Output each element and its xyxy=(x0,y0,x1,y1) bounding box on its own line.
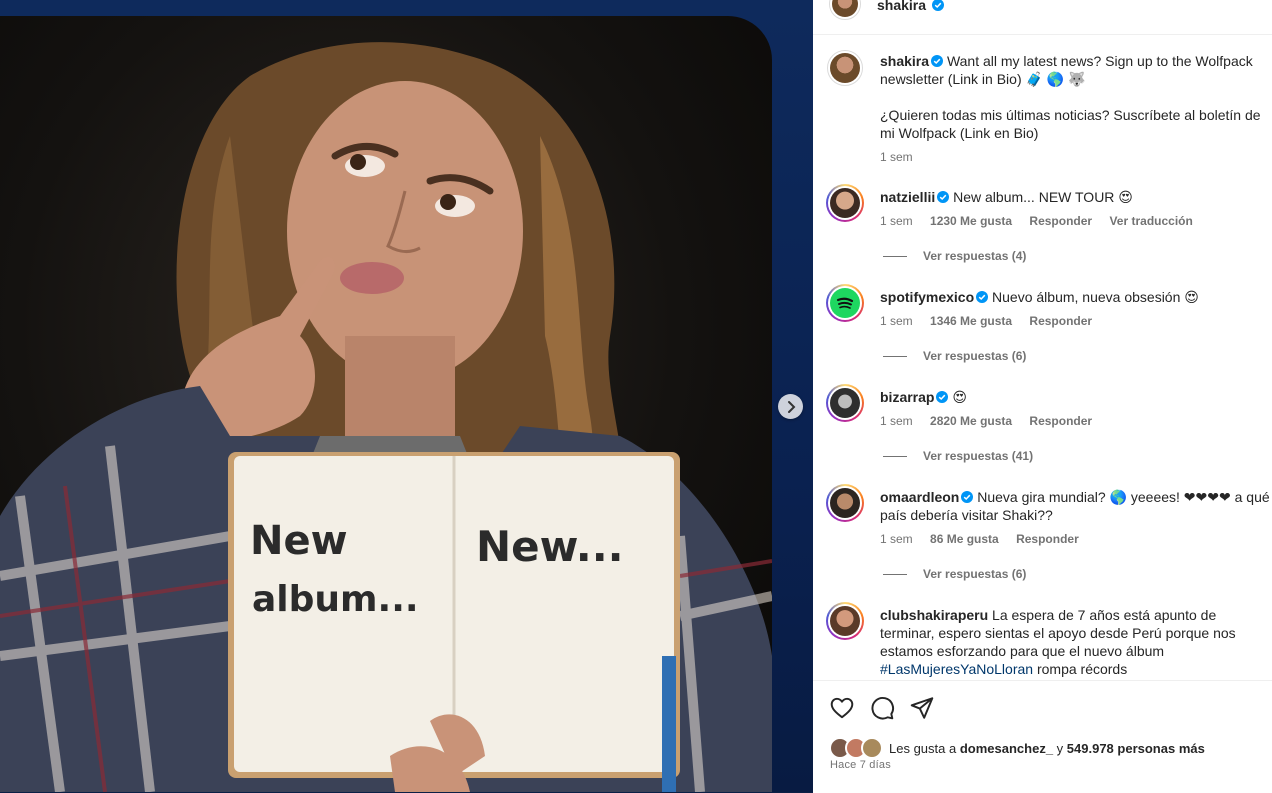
view-replies-button[interactable]: Ver respuestas (6) xyxy=(883,567,1026,581)
like-button[interactable] xyxy=(829,695,855,721)
chevron-right-icon xyxy=(787,400,795,413)
view-replies-button[interactable]: Ver respuestas (4) xyxy=(883,249,1026,263)
post-actions: Les gusta a domesanchez_ y 549.978 perso… xyxy=(813,680,1272,793)
comment-username[interactable]: spotifymexico xyxy=(880,289,974,305)
reply-button[interactable]: Responder xyxy=(1029,414,1092,428)
comment-avatar[interactable] xyxy=(826,484,864,522)
notebook-left-line2: album... xyxy=(252,579,419,620)
comment-time: 1 sem xyxy=(880,414,913,428)
likes-prefix: Les gusta a xyxy=(889,740,957,756)
comment-likes[interactable]: 1230 Me gusta xyxy=(930,214,1012,228)
comment-time: 1 sem xyxy=(880,314,913,328)
caption-meta: 1 sem xyxy=(880,150,927,164)
caption-avatar[interactable] xyxy=(827,50,863,86)
likes-middle: y xyxy=(1056,740,1064,756)
comment-username[interactable]: omaardleon xyxy=(880,489,959,505)
verified-icon xyxy=(961,491,974,503)
view-replies-button[interactable]: Ver respuestas (6) xyxy=(883,349,1026,363)
comment-username[interactable]: bizarrap xyxy=(880,389,934,405)
post-media-area: New album... New... xyxy=(0,0,813,792)
share-button[interactable] xyxy=(909,695,935,721)
verified-icon xyxy=(936,391,949,403)
hashtag-link[interactable]: #LasMujeresYaNoLloran xyxy=(880,661,1033,677)
comment-body: natziellii New album... NEW TOUR 😍 xyxy=(880,188,1272,206)
comment-username[interactable]: clubshakiraperu xyxy=(880,607,988,623)
verified-icon xyxy=(931,0,944,11)
likes-summary: Les gusta a domesanchez_ y 549.978 perso… xyxy=(829,737,1205,759)
view-replies-button[interactable]: Ver respuestas (41) xyxy=(883,449,1033,463)
notebook-right-line1: New... xyxy=(476,522,624,571)
likes-count[interactable]: 549.978 personas más xyxy=(1067,741,1205,756)
header-avatar[interactable] xyxy=(829,0,861,20)
notebook-left-line1: New xyxy=(250,518,348,564)
comment-text: Nuevo álbum, nueva obsesión 😍 xyxy=(992,289,1199,305)
liker-avatar xyxy=(861,737,883,759)
comment-body: spotifymexico Nuevo álbum, nueva obsesió… xyxy=(880,288,1272,306)
reply-button[interactable]: Responder xyxy=(1029,314,1092,328)
comment-avatar[interactable] xyxy=(826,602,864,640)
comment-meta: 1 sem 1230 Me gusta Responder Ver traduc… xyxy=(880,214,1207,228)
comment-text: New album... NEW TOUR 😍 xyxy=(953,189,1133,205)
translate-button[interactable]: Ver traducción xyxy=(1109,214,1192,228)
verified-icon xyxy=(976,291,989,303)
comment-meta: 1 sem 1346 Me gusta Responder xyxy=(880,314,1106,328)
verified-icon xyxy=(937,191,950,203)
comment-username[interactable]: natziellii xyxy=(880,189,935,205)
reply-button[interactable]: Responder xyxy=(1016,532,1079,546)
header-username[interactable]: shakira xyxy=(877,0,944,13)
post-side-panel: shakira shakira Want all my latest news?… xyxy=(813,0,1272,793)
comment-avatar[interactable] xyxy=(826,384,864,422)
verified-icon xyxy=(931,55,944,67)
reply-button[interactable]: Responder xyxy=(1029,214,1092,228)
comment-likes[interactable]: 86 Me gusta xyxy=(930,532,999,546)
comments-list[interactable]: shakira Want all my latest news? Sign up… xyxy=(813,36,1272,680)
comment-meta: 1 sem 2820 Me gusta Responder xyxy=(880,414,1106,428)
caption-time: 1 sem xyxy=(880,150,913,164)
comment-time: 1 sem xyxy=(880,532,913,546)
comment-button[interactable] xyxy=(869,695,895,721)
caption-username[interactable]: shakira xyxy=(880,53,929,69)
liked-by-user[interactable]: domesanchez_ xyxy=(960,741,1053,756)
comment-avatar[interactable] xyxy=(826,284,864,322)
comment-likes[interactable]: 2820 Me gusta xyxy=(930,414,1012,428)
comment-text: 😍 xyxy=(952,389,967,405)
comment-avatar[interactable] xyxy=(826,184,864,222)
spotify-icon xyxy=(836,297,854,309)
post-time-ago[interactable]: Hace 7 días xyxy=(830,759,891,771)
photo-illustration: New album... New... xyxy=(0,42,772,792)
heart-icon xyxy=(830,697,854,719)
comment-likes[interactable]: 1346 Me gusta xyxy=(930,314,1012,328)
caption-text-es: ¿Quieren todas mis últimas noticias? Sus… xyxy=(880,107,1261,141)
comment-meta: 1 sem 86 Me gusta Responder xyxy=(880,532,1093,546)
comment-body: bizarrap 😍 xyxy=(880,388,1272,406)
next-photo-button[interactable] xyxy=(778,394,803,419)
share-icon xyxy=(910,697,934,719)
post-photo[interactable]: New album... New... xyxy=(0,16,772,792)
comment-body: clubshakiraperu La espera de 7 años está… xyxy=(880,606,1272,678)
comment-text-tail: rompa récords xyxy=(1036,661,1128,677)
comment-time: 1 sem xyxy=(880,214,913,228)
comment-icon xyxy=(871,697,894,720)
comment-body: omaardleon Nueva gira mundial? 🌎 yeeees!… xyxy=(880,488,1272,524)
post-header: shakira xyxy=(813,0,1272,35)
caption-text: shakira Want all my latest news? Sign up… xyxy=(880,52,1272,142)
